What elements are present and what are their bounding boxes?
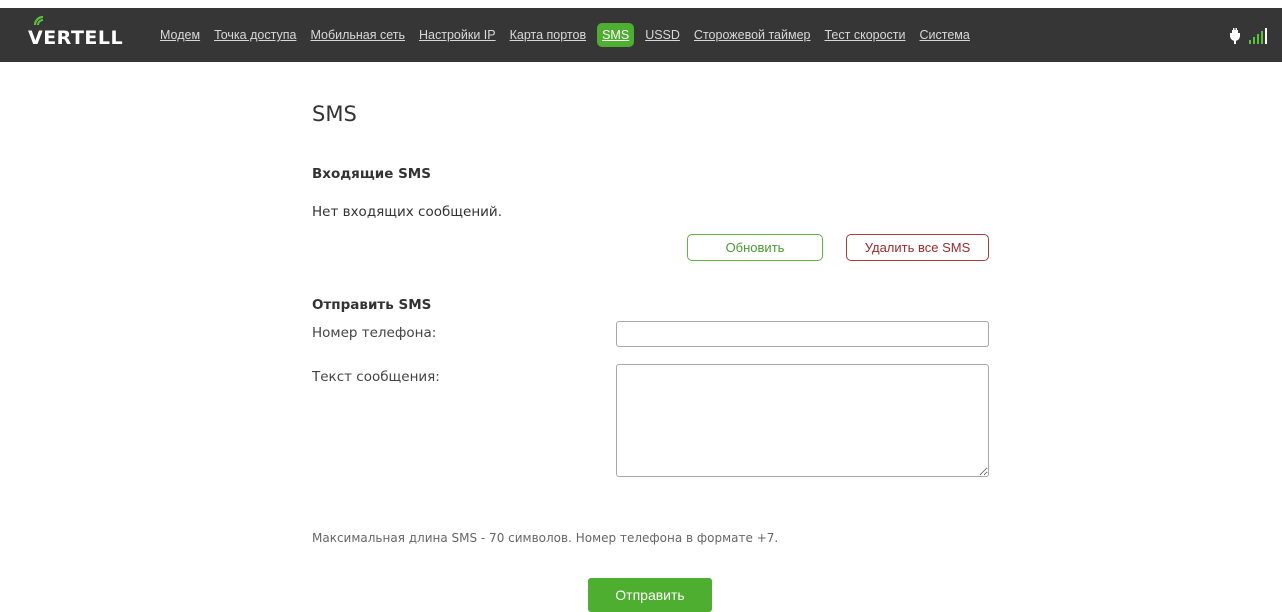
send-sms-button[interactable]: Отправить [588, 578, 712, 612]
nav-system[interactable]: Система [920, 23, 970, 47]
delete-all-sms-button[interactable]: Удалить все SMS [846, 234, 989, 261]
nav-ip-settings[interactable]: Настройки IP [419, 23, 496, 47]
inbox-empty-message: Нет входящих сообщений. [312, 204, 502, 220]
nav-ussd[interactable]: USSD [645, 23, 680, 47]
nav-mobile-network[interactable]: Мобильная сеть [310, 23, 405, 47]
nav-access-point[interactable]: Точка доступа [214, 23, 296, 47]
main-nav: Модем Точка доступа Мобильная сеть Настр… [160, 23, 984, 47]
nav-sms[interactable]: SMS [597, 23, 635, 47]
phone-number-input[interactable] [616, 321, 989, 347]
refresh-button[interactable]: Обновить [687, 234, 823, 261]
plug-icon [1229, 28, 1240, 44]
nav-speed-test[interactable]: Тест скорости [825, 23, 906, 47]
page-title: SMS [312, 102, 357, 126]
nav-port-map[interactable]: Карта портов [510, 23, 587, 47]
status-icons [1229, 26, 1269, 46]
inbox-section-title: Входящие SMS [312, 166, 431, 182]
message-text-label: Текст сообщения: [312, 369, 440, 385]
vertell-logo[interactable]: VERTELL [28, 15, 123, 50]
top-navigation-bar: VERTELL Модем Точка доступа Мобильная се… [0, 8, 1282, 62]
phone-number-label: Номер телефона: [312, 325, 437, 341]
logo-arcs-icon [33, 15, 44, 26]
nav-modem[interactable]: Модем [160, 23, 200, 47]
send-section-title: Отправить SMS [312, 297, 432, 313]
nav-watchdog-timer[interactable]: Сторожевой таймер [694, 23, 811, 47]
signal-strength-icon [1248, 28, 1269, 44]
sms-hint-text: Максимальная длина SMS - 70 символов. Но… [312, 531, 779, 545]
message-text-input[interactable] [616, 364, 989, 477]
